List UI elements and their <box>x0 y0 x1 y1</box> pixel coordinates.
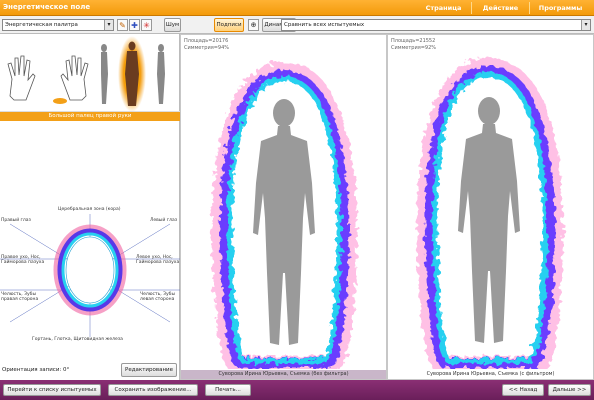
thumb-marker-icon <box>53 98 67 104</box>
aura-panel-unfiltered: Площадь=20176 Симметрия=94% Суворова Ири… <box>180 34 387 380</box>
noise-button[interactable]: Шум <box>164 18 181 32</box>
footer-bar: Перейти к списку испытуемых Сохранить из… <box>0 380 594 400</box>
aura-image <box>416 57 564 369</box>
chevron-down-icon: ▾ <box>104 20 113 30</box>
body-silhouette <box>253 99 315 345</box>
save-image-button[interactable]: Сохранить изображение... <box>108 384 198 396</box>
aura-core <box>65 236 115 304</box>
back-to-list-button[interactable]: Перейти к списку испытуемых <box>3 384 101 396</box>
menu-programs[interactable]: Программы <box>529 2 591 14</box>
brush-icon[interactable]: ✎ <box>117 19 128 31</box>
orientation-text: Ориентация записи: 0° <box>2 367 70 373</box>
menu-page[interactable]: Страница <box>416 2 471 14</box>
panel-caption: Суворова Ирина Юрьевна, Съемка (с фильтр… <box>426 371 555 377</box>
aura-image <box>211 61 358 369</box>
magnifier-icon[interactable]: ⊕ <box>248 19 259 31</box>
chevron-down-icon: ▾ <box>581 20 590 30</box>
app-title: Энергетическое поле <box>3 3 91 11</box>
back-button[interactable]: << Назад <box>502 384 544 396</box>
panel-caption: Суворова Ирина Юрьевна, Съемка (без филь… <box>181 370 386 379</box>
hand-figures <box>7 36 165 112</box>
label-throat: Гортань, Глотка, Щитовидная железа <box>32 337 123 342</box>
body-silhouette <box>458 97 520 343</box>
menu-action[interactable]: Действие <box>471 2 529 14</box>
toolbar: Энергетическая палитра ▾ ✎ ✚ ✳ Шум Подпи… <box>0 16 594 34</box>
palette-select[interactable]: Энергетическая палитра ▾ <box>2 19 114 31</box>
side-body-icon[interactable] <box>101 44 108 104</box>
left-panel: Большой палец правой руки Церебральная з… <box>0 34 180 380</box>
hand-selector <box>0 34 180 112</box>
title-bar: Энергетическое поле Страница Действие Пр… <box>0 0 594 16</box>
edit-button[interactable]: Редактирование <box>121 363 177 377</box>
head-sector-map: Церебральная зона (кора) Правый глаз Лев… <box>0 204 180 349</box>
compare-select-value: Сравнить всех испытуемых <box>284 22 365 28</box>
label-cortex: Церебральная зона (кора) <box>58 207 121 212</box>
front-body-icon[interactable] <box>125 41 139 107</box>
crosshair-icon[interactable]: ✳ <box>141 19 152 31</box>
head-aura-diagram <box>0 214 180 337</box>
label-right-jaw: Челюсть, Зубы правая сторона <box>1 292 39 302</box>
aura-panel-filtered: Площадь=21552 Симметрия=92% Суворова Ири… <box>387 34 594 380</box>
next-button[interactable]: Дальше >> <box>548 384 591 396</box>
label-left-jaw: Челюсть, Зубы левая сторона <box>140 292 176 302</box>
compare-select[interactable]: Сравнить всех испытуемых ▾ <box>281 19 591 31</box>
label-left-ear: Левое ухо, Нос, Гайморова пазуха <box>136 255 180 265</box>
print-button[interactable]: Печать... <box>205 384 251 396</box>
back-body-icon[interactable] <box>157 44 165 104</box>
captions-button[interactable]: Подписи <box>214 18 244 32</box>
label-right-eye: Правый глаз <box>1 218 31 223</box>
hand-caption: Большой палец правой руки <box>0 112 180 121</box>
right-hand-icon[interactable] <box>60 55 89 101</box>
label-right-ear: Правое ухо, Нос, Гайморова пазуха <box>1 255 45 265</box>
left-hand-icon[interactable] <box>7 55 36 101</box>
label-left-eye: Левый глаз <box>150 218 178 223</box>
palette-select-value: Энергетическая палитра <box>5 22 78 28</box>
grid-icon[interactable]: ✚ <box>129 19 140 31</box>
